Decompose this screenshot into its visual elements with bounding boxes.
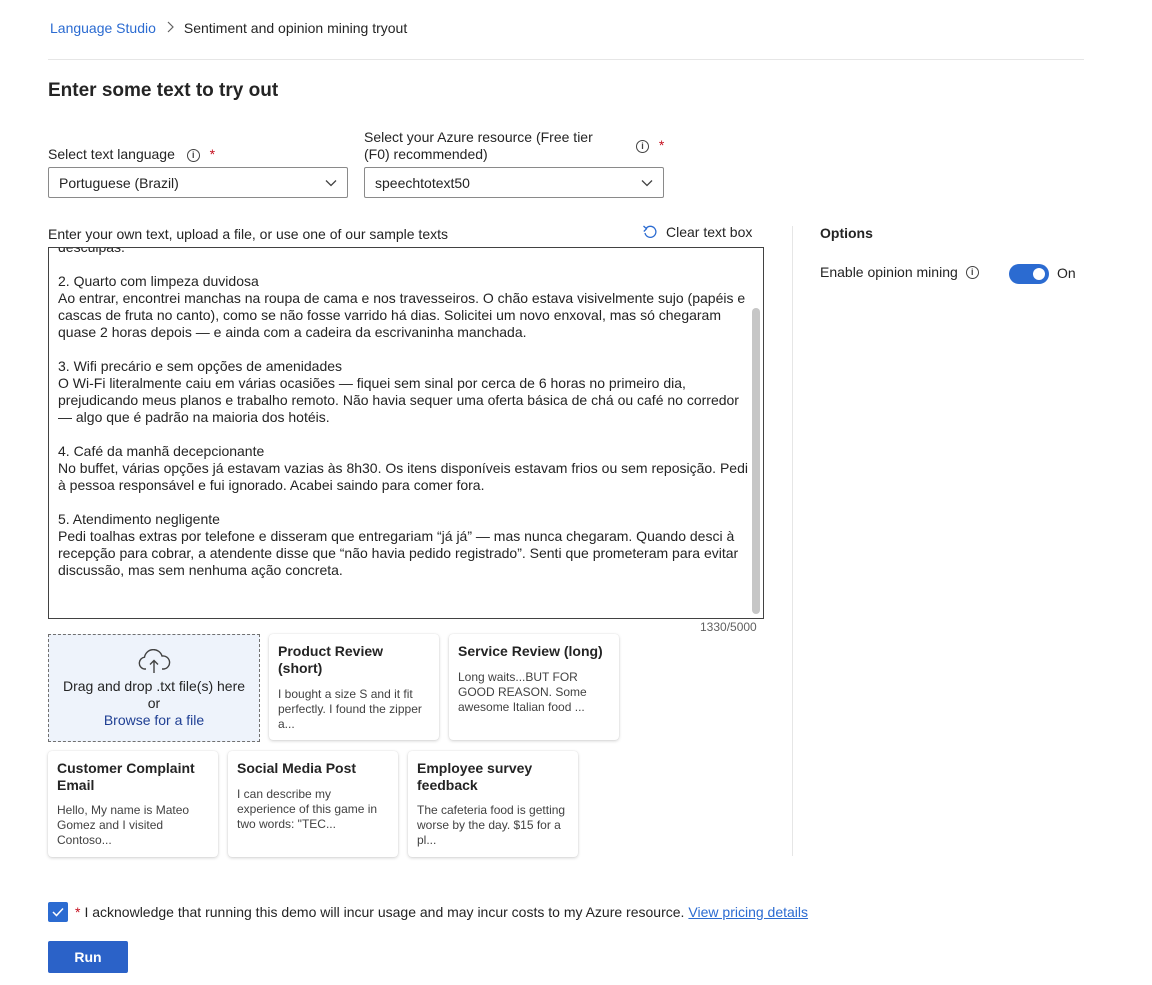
run-button[interactable]: Run: [48, 941, 128, 973]
chevron-right-icon: [166, 21, 174, 36]
info-icon[interactable]: i: [186, 148, 200, 162]
chevron-down-icon: [641, 179, 653, 186]
resource-select-value: speechtotext50: [375, 174, 470, 191]
sample-card-title: Product Review (short): [278, 643, 384, 676]
sample-card-text: Long waits...BUT FOR GOOD REASON. Some a…: [458, 670, 587, 714]
file-dropzone[interactable]: Drag and drop .txt file(s) here or Brows…: [48, 634, 260, 742]
sample-card-title: Employee survey feedback: [417, 760, 533, 793]
clear-text-button[interactable]: Clear text box: [642, 224, 752, 240]
scrollbar-thumb[interactable]: [752, 308, 760, 614]
toggle-state-label: On: [1057, 265, 1076, 281]
info-icon[interactable]: i: [636, 139, 649, 153]
text-input-area[interactable]: desculpas. 2. Quarto com limpeza duvidos…: [48, 247, 764, 619]
sample-card-text: I bought a size S and it fit perfectly. …: [278, 687, 422, 731]
textarea-label: Enter your own text, upload a file, or u…: [48, 226, 448, 242]
resource-label-line2: (F0) recommended): [364, 146, 488, 162]
acknowledge-checkbox[interactable]: [48, 902, 68, 922]
dropzone-text: Drag and drop .txt file(s) here: [62, 678, 246, 694]
character-counter: 1330/5000: [700, 620, 757, 634]
sample-card-complaint-email[interactable]: Customer Complaint Email Hello, My name …: [48, 751, 218, 857]
dropzone-or: or: [147, 695, 161, 711]
text-input-content[interactable]: desculpas. 2. Quarto com limpeza duvidos…: [58, 248, 748, 579]
sample-card-title: Customer Complaint Email: [57, 760, 195, 793]
cloud-upload-icon: [49, 648, 259, 678]
sample-card-text: I can describe my experience of this gam…: [237, 787, 378, 831]
breadcrumb: Language Studio Sentiment and opinion mi…: [50, 18, 407, 38]
sample-card-service-review[interactable]: Service Review (long) Long waits...BUT F…: [449, 634, 619, 740]
chevron-down-icon: [325, 179, 337, 186]
language-label: Select text language: [48, 146, 175, 162]
sample-card-product-review[interactable]: Product Review (short) I bought a size S…: [269, 634, 439, 740]
required-marker: *: [209, 146, 216, 162]
acknowledge-row: * I acknowledge that running this demo w…: [48, 902, 808, 922]
pricing-details-link[interactable]: View pricing details: [688, 904, 808, 920]
sample-card-text: Hello, My name is Mateo Gomez and I visi…: [57, 803, 190, 847]
resource-label: Select your Azure resource (Free tier (F…: [364, 129, 634, 163]
required-marker: *: [75, 904, 81, 920]
checkmark-icon: [52, 907, 64, 917]
info-icon[interactable]: i: [965, 265, 979, 279]
toggle-knob: [1033, 268, 1045, 280]
acknowledge-text: I acknowledge that running this demo wil…: [84, 904, 685, 920]
resource-select[interactable]: speechtotext50: [364, 167, 664, 198]
opinion-mining-label-row: Enable opinion mining i: [820, 264, 979, 280]
language-label-row: Select text language i *: [48, 146, 215, 163]
required-marker: *: [658, 137, 665, 153]
browse-file-link[interactable]: Browse for a file: [49, 712, 259, 729]
options-title: Options: [820, 225, 873, 241]
options-divider: [792, 226, 793, 856]
breadcrumb-language-studio-link[interactable]: Language Studio: [50, 20, 156, 36]
breadcrumb-current: Sentiment and opinion mining tryout: [183, 20, 408, 36]
clear-text-label: Clear text box: [666, 224, 753, 240]
header-divider: [48, 59, 1084, 60]
resource-label-line1: Select your Azure resource (Free tier: [364, 129, 593, 145]
language-select[interactable]: Portuguese (Brazil): [48, 167, 348, 198]
sample-card-text: The cafeteria food is getting worse by t…: [417, 803, 566, 847]
opinion-mining-label: Enable opinion mining: [820, 264, 958, 280]
undo-icon: [643, 225, 657, 238]
sample-card-title: Social Media Post: [237, 760, 357, 776]
sample-card-social-media[interactable]: Social Media Post I can describe my expe…: [228, 751, 398, 857]
page-title: Enter some text to try out: [48, 80, 279, 101]
sample-card-title: Service Review (long): [458, 643, 603, 659]
language-select-value: Portuguese (Brazil): [59, 174, 179, 191]
opinion-mining-toggle[interactable]: [1009, 264, 1049, 284]
sample-card-employee-survey[interactable]: Employee survey feedback The cafeteria f…: [408, 751, 578, 857]
resource-info-row: i *: [636, 137, 664, 153]
